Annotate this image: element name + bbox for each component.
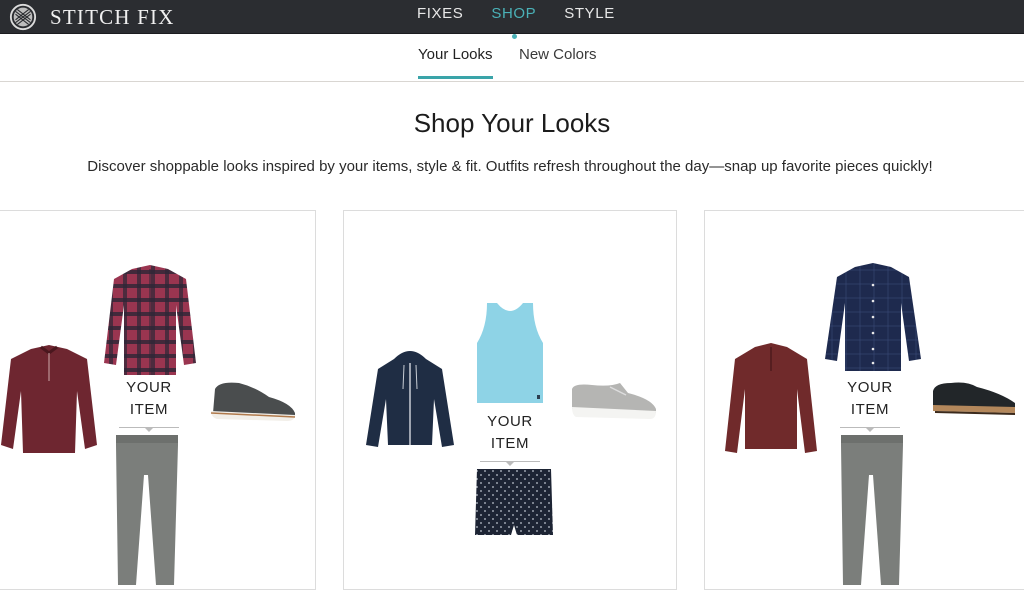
nav-shop[interactable]: SHOP [491,0,536,39]
plaid-shirt-image[interactable] [104,265,196,377]
navy-hoodie-image[interactable] [366,349,454,449]
your-item-text: ITEM [490,435,530,452]
your-item-text: YOUR [487,413,533,430]
leather-derby-image[interactable] [931,379,1017,419]
burgundy-sweater-image[interactable] [725,343,817,455]
stitch-fix-logo-icon [9,3,37,31]
canvas-sneaker-image[interactable] [570,379,658,423]
look-card[interactable]: YOUR ITEM [704,210,1024,590]
look-card[interactable]: YOUR ITEM [0,210,316,590]
your-item-text: YOUR [847,379,893,396]
brand-logo[interactable]: STITCH FIX [8,3,175,31]
tab-your-looks[interactable]: Your Looks [418,46,493,79]
page-subtitle: Discover shoppable looks inspired by you… [87,158,933,175]
printed-shorts-image[interactable] [475,469,553,537]
your-item-label: YOUR ITEM [109,377,189,432]
grey-pants-image[interactable] [114,435,180,587]
navy-shirt-image[interactable] [825,263,921,373]
your-item-text: ITEM [129,401,169,418]
your-item-pointer [480,461,540,466]
knit-sneaker-image[interactable] [209,379,297,423]
look-card[interactable]: YOUR ITEM [343,210,677,590]
your-item-label: YOUR ITEM [470,411,550,466]
main-nav: FIXES SHOP STYLE [417,0,643,39]
top-navigation-bar: STITCH FIX FIXES SHOP STYLE [0,0,1024,39]
your-item-pointer [119,427,179,432]
sub-navigation: Your Looks New Colors [0,34,1024,82]
blue-tank-top-image[interactable] [477,303,543,403]
your-item-pointer [840,427,900,432]
brand-name: STITCH FIX [50,5,175,29]
nav-style[interactable]: STYLE [564,0,615,34]
your-item-text: YOUR [126,379,172,396]
tab-new-colors[interactable]: New Colors [519,46,597,76]
burgundy-pullover-image[interactable] [1,345,97,457]
nav-fixes[interactable]: FIXES [417,0,463,34]
your-item-text: ITEM [850,401,890,418]
your-item-label: YOUR ITEM [830,377,910,432]
grey-pants-image[interactable] [839,435,905,587]
page-title: Shop Your Looks [413,108,611,138]
